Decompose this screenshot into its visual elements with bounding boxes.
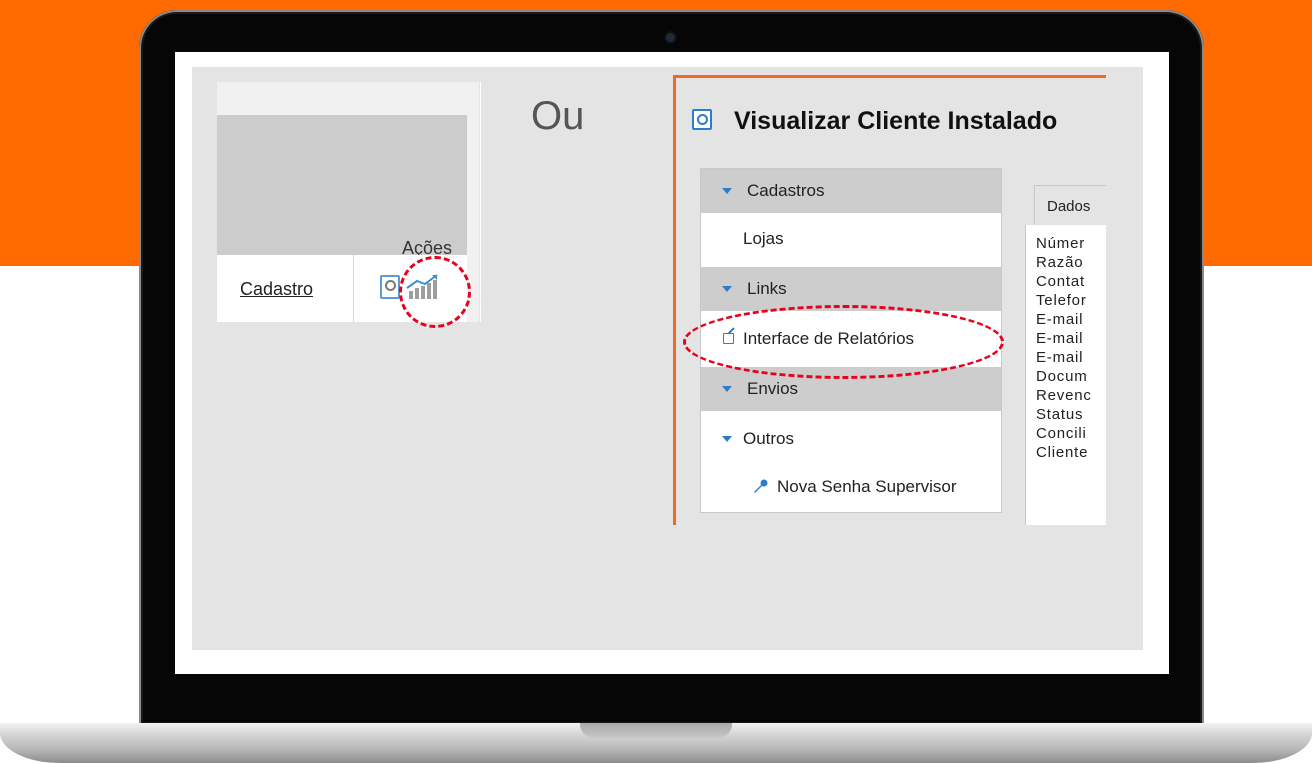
client-panel: Visualizar Cliente Instalado Cadastros L… <box>673 75 1106 525</box>
chart-icon[interactable] <box>405 273 441 301</box>
menu-item-lojas[interactable]: Lojas <box>701 217 1001 261</box>
panel-divider <box>480 82 481 322</box>
menu-item-nova-senha-supervisor[interactable]: Nova Senha Supervisor <box>701 465 1001 509</box>
cadastro-link[interactable]: Cadastro <box>240 279 313 300</box>
tab-label: Dados <box>1047 198 1091 215</box>
field-label: Razão <box>1036 254 1084 271</box>
field-label: Númer <box>1036 235 1086 252</box>
navigation-menu: Cadastros Lojas Links Interface de Relat… <box>700 168 1002 513</box>
section-label: Envios <box>747 379 799 398</box>
actions-table-panel: Ações Cadastro <box>217 82 481 322</box>
magnifier-icon <box>692 109 712 130</box>
section-label: Outros <box>743 429 795 448</box>
field-label: Contat <box>1036 273 1085 290</box>
section-cadastros[interactable]: Cadastros <box>701 169 1001 213</box>
field-label: Cliente <box>1036 444 1089 461</box>
field-label: E-mail <box>1036 311 1084 328</box>
dados-panel: Númer Razão Contat Telefor E-mail E-mail… <box>1025 225 1106 525</box>
key-icon <box>754 479 768 493</box>
caret-down-icon <box>722 436 732 442</box>
table-row: Cadastro <box>217 255 467 322</box>
external-link-icon <box>723 333 734 344</box>
panel-accent-line <box>676 75 1106 78</box>
section-label: Links <box>747 279 787 298</box>
magnifier-icon <box>385 280 396 291</box>
field-label: E-mail <box>1036 330 1084 347</box>
menu-item-label: Interface de Relatórios <box>743 329 915 348</box>
actions-column-header: Ações <box>217 115 467 258</box>
field-label: Telefor <box>1036 292 1087 309</box>
webcam-icon <box>666 33 675 42</box>
column-divider <box>353 255 354 322</box>
or-separator-text: Ou <box>531 94 585 138</box>
section-label: Cadastros <box>747 181 825 200</box>
menu-item-label: Nova Senha Supervisor <box>777 477 957 496</box>
section-links[interactable]: Links <box>701 267 1001 311</box>
field-label: Concili <box>1036 425 1087 442</box>
caret-down-icon <box>722 286 732 292</box>
menu-item-interface-de-relatorios[interactable]: Interface de Relatórios <box>701 317 1001 361</box>
section-envios[interactable]: Envios <box>701 367 1001 411</box>
field-label: Revenc <box>1036 387 1092 404</box>
panel-title: Visualizar Cliente Instalado <box>734 107 1058 135</box>
field-label: E-mail <box>1036 349 1084 366</box>
laptop-screen: Ações Cadastro Ou Visualizar Cliente Ins… <box>175 52 1169 674</box>
caret-down-icon <box>722 386 732 392</box>
section-outros[interactable]: Outros <box>701 417 1001 461</box>
field-label: Status <box>1036 406 1084 423</box>
field-label: Docum <box>1036 368 1088 385</box>
menu-item-label: Lojas <box>743 229 784 248</box>
view-button[interactable] <box>380 275 400 299</box>
laptop-notch <box>580 723 732 738</box>
tab-dados[interactable]: Dados <box>1034 185 1106 226</box>
caret-down-icon <box>722 188 732 194</box>
